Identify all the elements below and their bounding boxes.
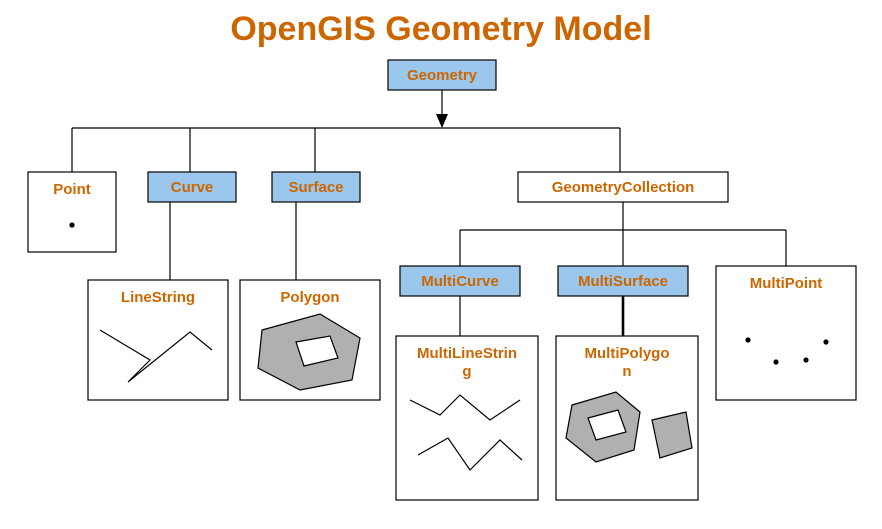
point-dot-icon bbox=[69, 222, 74, 227]
diagram-canvas: OpenGIS Geometry Model Geometry Point Cu… bbox=[0, 0, 882, 529]
label-multipolygon-1: MultiPolygo bbox=[585, 345, 670, 362]
label-geometrycollection: GeometryCollection bbox=[552, 179, 695, 196]
label-geometry: Geometry bbox=[407, 67, 478, 84]
label-multisurface: MultiSurface bbox=[578, 273, 668, 290]
label-multicurve: MultiCurve bbox=[421, 273, 499, 290]
label-curve: Curve bbox=[171, 179, 214, 196]
label-point: Point bbox=[53, 181, 91, 198]
arrowhead-icon bbox=[436, 114, 448, 128]
label-multilinestring-1: MultiLineStrin bbox=[417, 345, 517, 362]
label-surface: Surface bbox=[288, 179, 343, 196]
label-multilinestring-2: g bbox=[462, 363, 471, 380]
label-multipoint: MultiPoint bbox=[750, 275, 822, 292]
diagram-title: OpenGIS Geometry Model bbox=[230, 10, 651, 48]
label-linestring: LineString bbox=[121, 289, 195, 306]
label-multipolygon-2: n bbox=[622, 363, 631, 380]
label-polygon: Polygon bbox=[280, 289, 339, 306]
